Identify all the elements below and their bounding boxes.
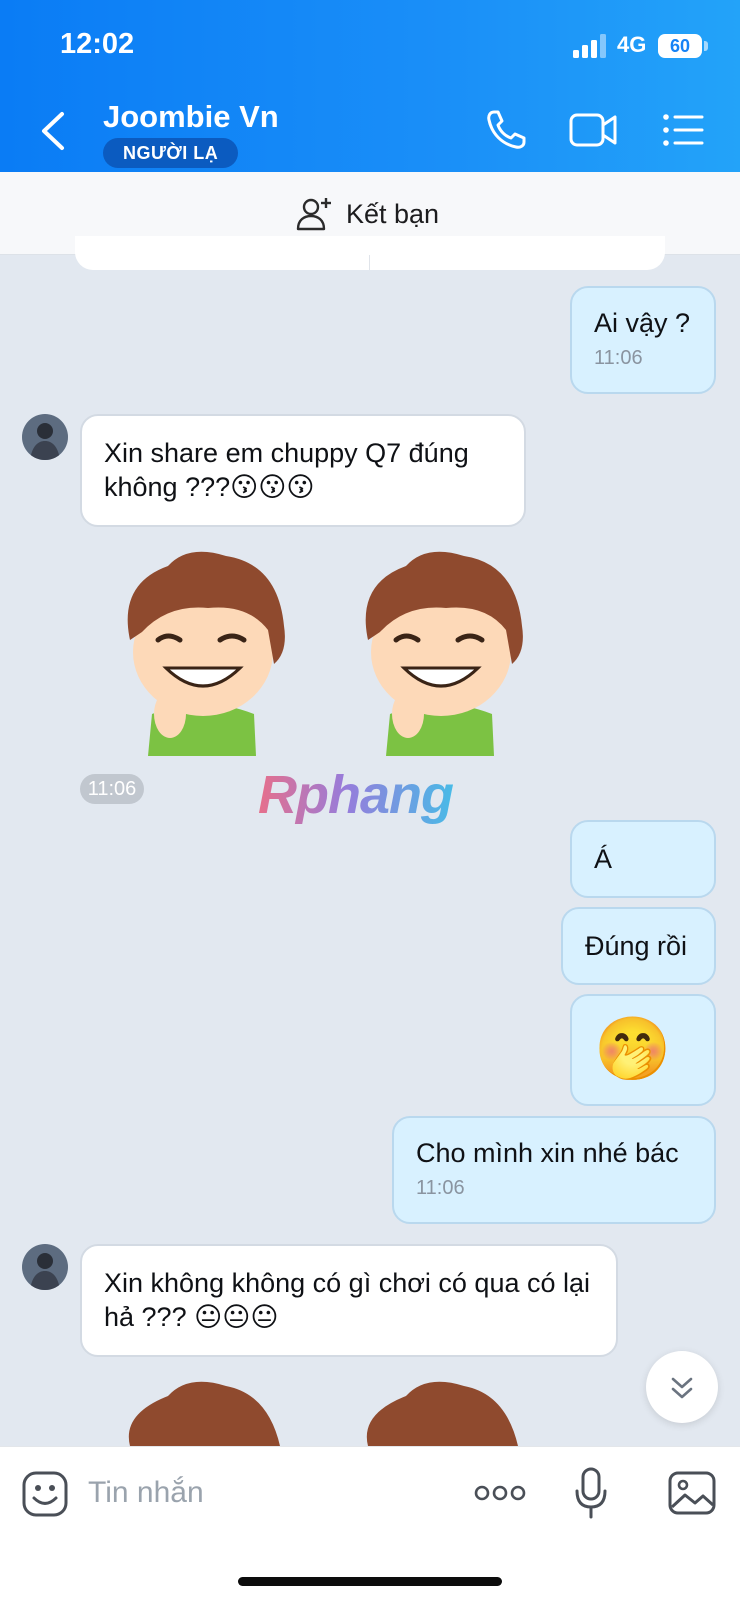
- battery-tip: [704, 41, 708, 51]
- previous-card: [75, 236, 665, 270]
- chat-header: 12:02 4G 60 Joombie Vn NGƯỜI LẠ: [0, 0, 740, 172]
- double-chevron-down-icon: [671, 1377, 693, 1399]
- sticker-laughing-boy[interactable]: [108, 1374, 298, 1446]
- message-input-bar: [0, 1446, 740, 1600]
- message-emoji: 🤭: [594, 1015, 672, 1084]
- sticker-time: 11:06: [80, 774, 144, 804]
- scroll-down-button[interactable]: [646, 1351, 718, 1423]
- message-text: Xin share em chuppy Q7 đúng không ???😗😗😗: [104, 438, 469, 502]
- message-bubble-outgoing[interactable]: Cho mình xin nhé bác 11:06: [392, 1116, 716, 1224]
- avatar[interactable]: [22, 1244, 68, 1290]
- video-call-icon[interactable]: [568, 108, 618, 152]
- avatar[interactable]: [22, 414, 68, 460]
- image-icon[interactable]: [668, 1471, 716, 1515]
- avatar-image: [22, 1244, 68, 1290]
- network-type: 4G: [617, 32, 647, 57]
- avatar-image: [22, 414, 68, 460]
- signal-icon: [573, 34, 606, 58]
- message-bubble-outgoing[interactable]: Đúng rồi: [561, 907, 716, 985]
- message-bubble-outgoing[interactable]: Á: [570, 820, 716, 898]
- message-time: 11:06: [416, 1177, 465, 1199]
- home-indicator: [238, 1577, 502, 1586]
- menu-list-icon[interactable]: [662, 108, 704, 152]
- contact-name[interactable]: Joombie Vn: [103, 99, 279, 135]
- previous-card-divider: [369, 255, 370, 270]
- sticker-laughing-boy[interactable]: [346, 544, 536, 756]
- message-time: 11:06: [594, 347, 643, 369]
- message-bubble-outgoing[interactable]: 🤭: [570, 994, 716, 1106]
- message-text: Đúng rồi: [585, 931, 688, 961]
- back-icon[interactable]: [34, 104, 74, 158]
- emoji-icon[interactable]: [22, 1471, 68, 1517]
- message-text: Xin không không có gì chơi có qua có lại…: [104, 1268, 591, 1332]
- battery-indicator: 60: [658, 34, 702, 58]
- status-time: 12:02: [60, 28, 135, 60]
- phone-icon[interactable]: [484, 108, 528, 152]
- message-input[interactable]: [88, 1471, 428, 1515]
- message-bubble-outgoing[interactable]: Ai vậy ? 11:06: [570, 286, 716, 394]
- message-bubble-incoming[interactable]: Xin share em chuppy Q7 đúng không ???😗😗😗: [80, 414, 526, 527]
- message-text: Ai vậy ?: [594, 308, 691, 338]
- add-friend-icon: [296, 198, 331, 231]
- more-icon[interactable]: [474, 1481, 526, 1505]
- message-text: Á: [594, 844, 613, 874]
- sticker-laughing-boy[interactable]: [108, 544, 298, 756]
- sticker-laughing-boy[interactable]: [346, 1374, 536, 1446]
- message-bubble-incoming[interactable]: Xin không không có gì chơi có qua có lại…: [80, 1244, 618, 1357]
- message-text: Cho mình xin nhé bác: [416, 1138, 679, 1168]
- microphone-icon[interactable]: [574, 1467, 608, 1519]
- watermark: Rphang: [258, 765, 454, 825]
- add-friend-button[interactable]: Kết bạn: [296, 194, 439, 234]
- add-friend-label: Kết bạn: [346, 198, 440, 229]
- stranger-badge: NGƯỜI LẠ: [103, 138, 239, 168]
